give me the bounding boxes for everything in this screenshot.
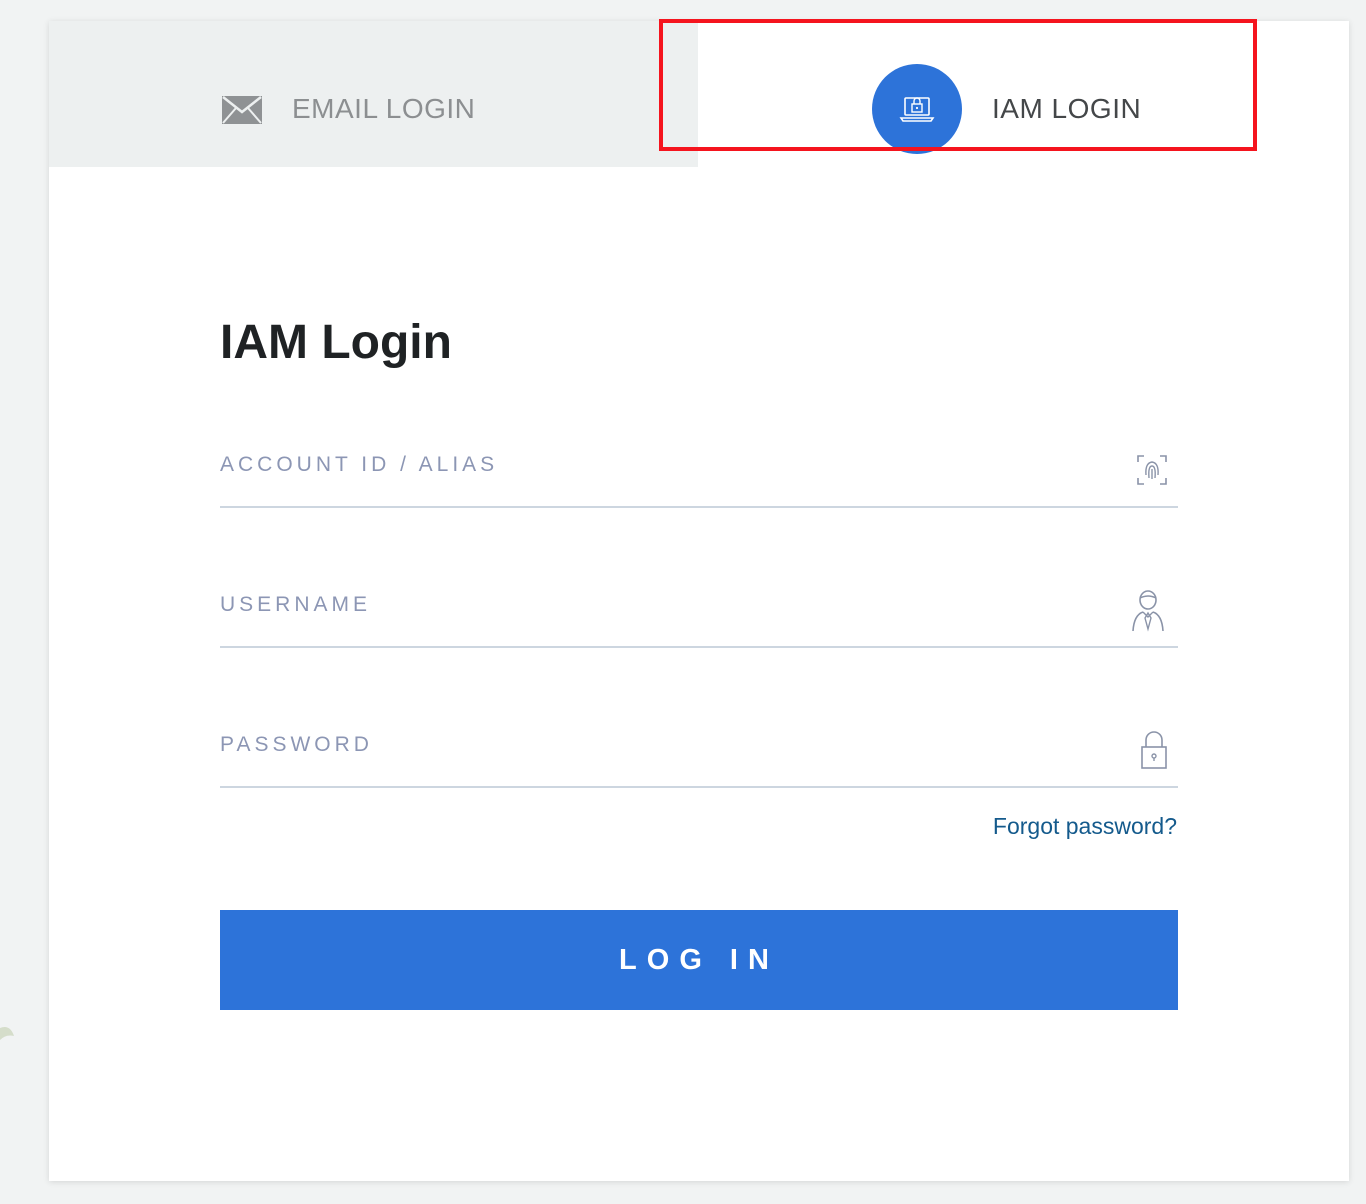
forgot-password-link[interactable]: Forgot password? <box>993 813 1177 840</box>
account-id-field <box>220 423 1178 508</box>
password-field <box>220 703 1178 788</box>
laptop-lock-icon <box>899 97 935 122</box>
fingerprint-icon <box>1137 455 1167 485</box>
tab-email-label: EMAIL LOGIN <box>292 93 476 124</box>
tab-email-login[interactable]: EMAIL LOGIN <box>49 21 698 167</box>
login-card: EMAIL LOGIN IAM LOGIN IAM Login ACCOUNT … <box>49 21 1349 1181</box>
envelope-icon <box>222 96 262 124</box>
tab-iam-login[interactable]: IAM LOGIN <box>698 21 1349 167</box>
password-input[interactable] <box>220 723 1100 767</box>
login-button[interactable]: LOG IN <box>220 910 1178 1010</box>
page-title: IAM Login <box>220 316 452 369</box>
lock-icon <box>1141 731 1167 769</box>
username-input[interactable] <box>220 583 1100 627</box>
background-leaf-decoration <box>0 1027 14 1040</box>
tab-iam-label: IAM LOGIN <box>992 93 1142 124</box>
username-field <box>220 563 1178 648</box>
iam-icon-badge <box>872 64 962 154</box>
login-tabs: EMAIL LOGIN IAM LOGIN <box>49 21 1349 167</box>
account-id-input[interactable] <box>220 443 1100 487</box>
user-icon <box>1132 590 1164 632</box>
